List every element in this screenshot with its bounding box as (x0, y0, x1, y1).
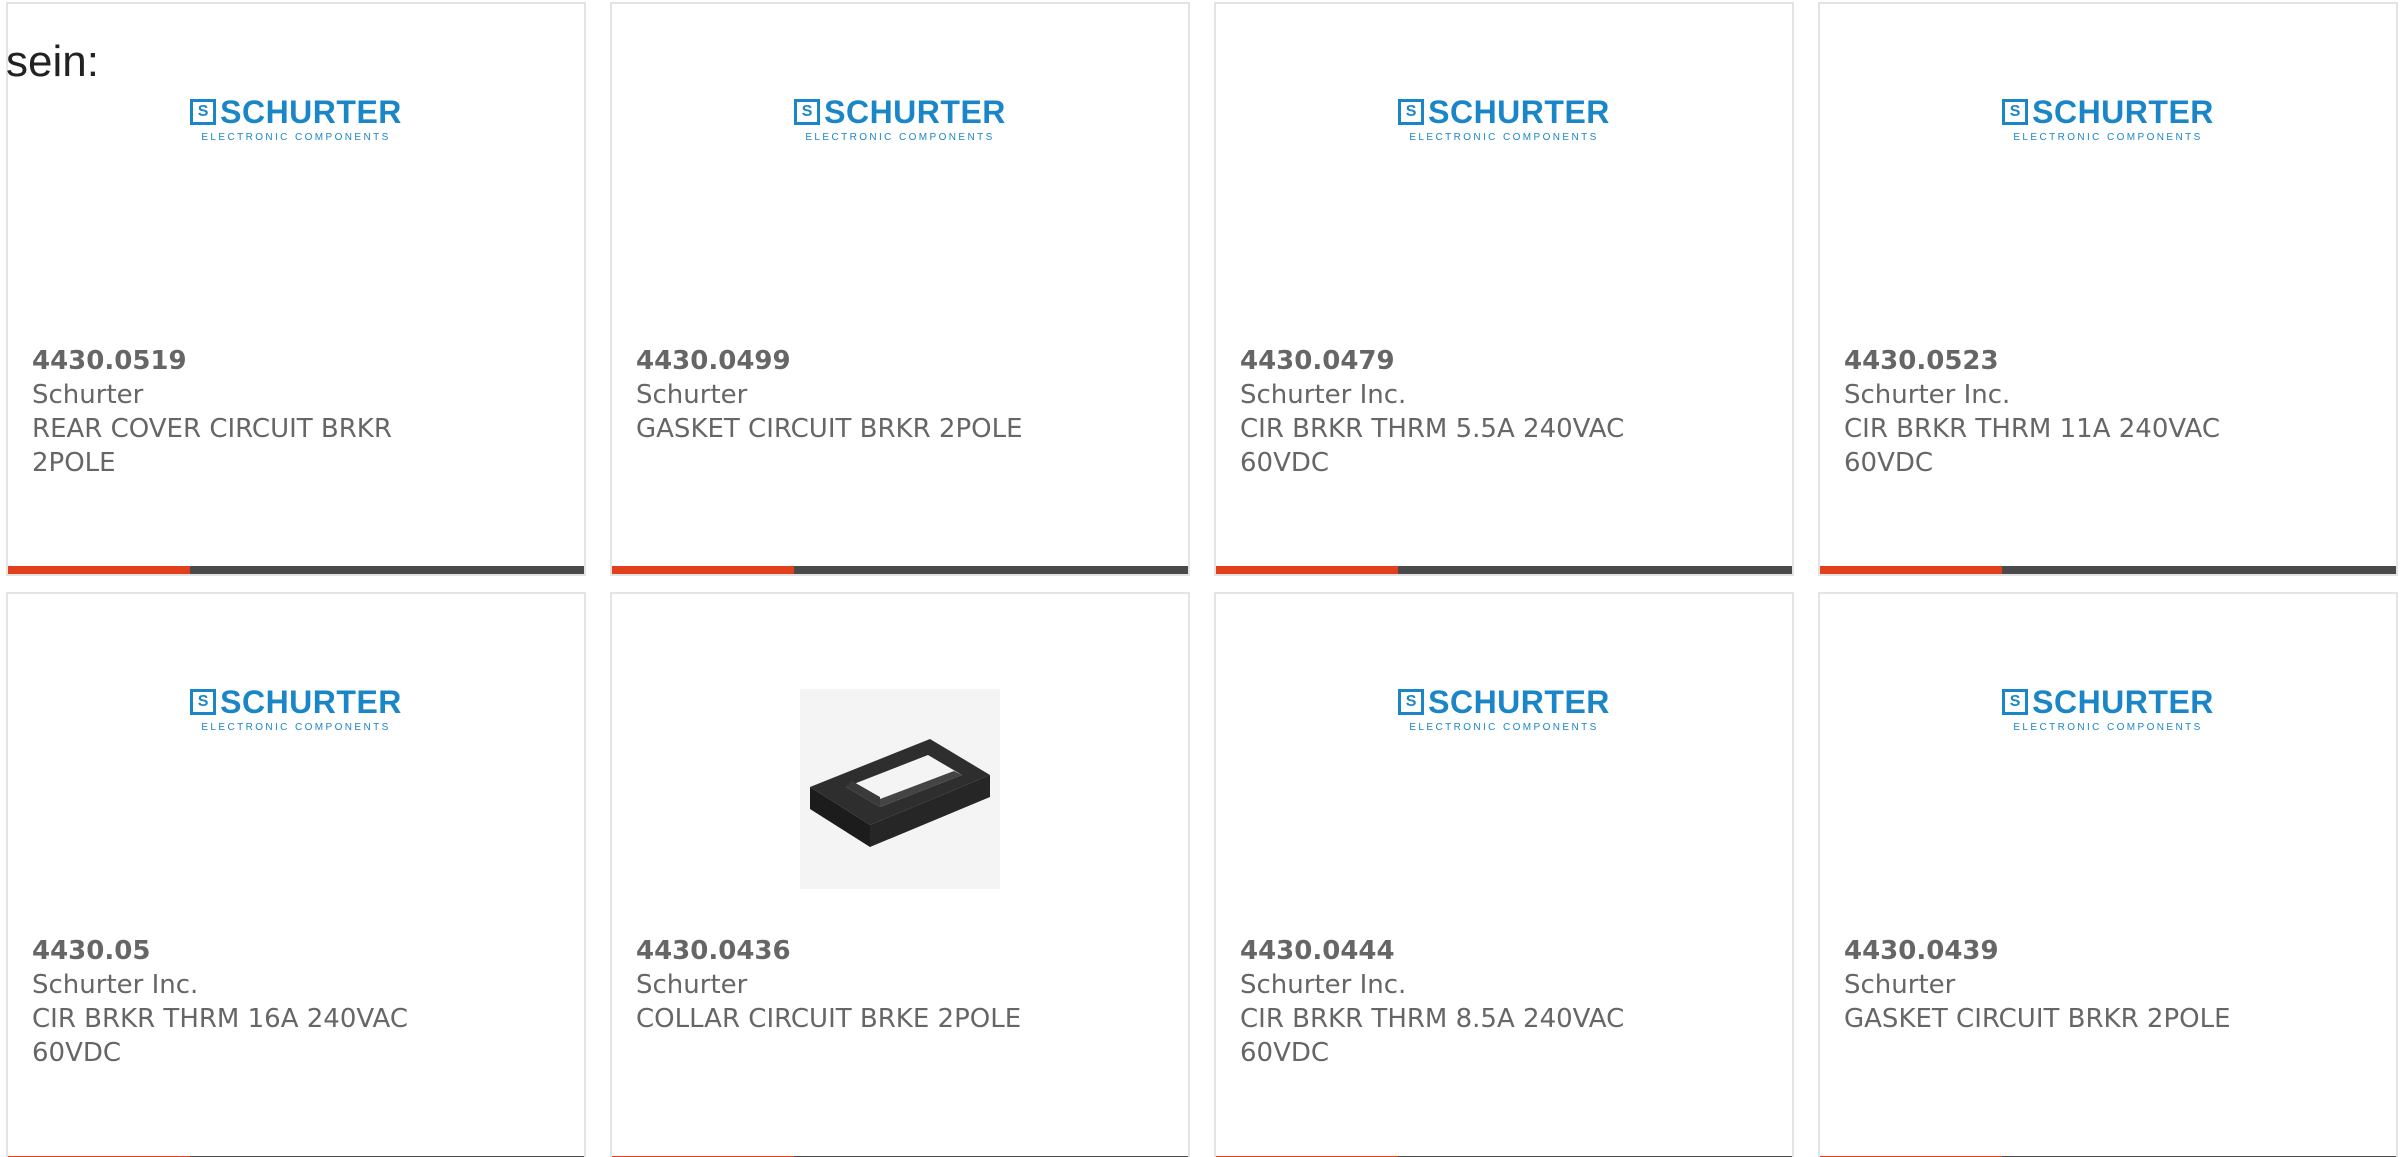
part-number[interactable]: 4430.0439 (1844, 934, 2372, 968)
product-card-8[interactable]: S SCHURTER ELECTRONIC COMPONENTS 4430.0439… (1818, 592, 2398, 1157)
schurter-logo: S SCHURTER ELECTRONIC COMPONENTS (190, 96, 402, 143)
product-info: 4430.0499 Schurter GASKET CIRCUIT BRKR 2… (636, 344, 1164, 446)
product-card-1[interactable]: S SCHURTER ELECTRONIC COMPONENTS 4430.0519… (6, 2, 586, 576)
logo-wordmark: SCHURTER (220, 683, 402, 720)
product-card-4[interactable]: S SCHURTER ELECTRONIC COMPONENTS 4430.0523… (1818, 2, 2398, 576)
logo-mark-icon: S (1398, 98, 1425, 125)
brand-name: Schurter (636, 380, 748, 410)
product-description: CIR BRKR THRM 8.5A 240VAC 60VDC (1240, 1004, 1625, 1068)
product-description: GASKET CIRCUIT BRKR 2POLE (636, 414, 1023, 444)
logo-mark-icon: S (190, 98, 217, 125)
product-info: 4430.0479 Schurter Inc. CIR BRKR THRM 5.… (1240, 344, 1768, 480)
product-card-6[interactable]: 4430.0436 Schurter COLLAR CIRCUIT BRKE 2… (610, 592, 1190, 1157)
product-info: 4430.0519 Schurter REAR COVER CIRCUIT BR… (32, 344, 560, 480)
product-description: REAR COVER CIRCUIT BRKR 2POLE (32, 414, 392, 478)
part-number[interactable]: 4430.0444 (1240, 934, 1768, 968)
schurter-logo: S SCHURTER ELECTRONIC COMPONENTS (1398, 96, 1610, 143)
logo-mark-icon: S (2002, 98, 2029, 125)
product-image-area (612, 684, 1188, 894)
logo-subtitle: ELECTRONIC COMPONENTS (805, 131, 995, 143)
logo-wordmark: SCHURTER (1428, 683, 1610, 720)
schurter-logo: S SCHURTER ELECTRONIC COMPONENTS (794, 96, 1006, 143)
part-number[interactable]: 4430.0499 (636, 344, 1164, 378)
brand-name: Schurter Inc. (1240, 970, 1407, 1000)
product-image-area: S SCHURTER ELECTRONIC COMPONENTS (1820, 64, 2396, 274)
schurter-logo: S SCHURTER ELECTRONIC COMPONENTS (2002, 96, 2214, 143)
card-accent-bar (8, 566, 190, 574)
part-number[interactable]: 4430.0479 (1240, 344, 1768, 378)
product-image-area: S SCHURTER ELECTRONIC COMPONENTS (8, 654, 584, 864)
brand-name: Schurter (636, 970, 748, 1000)
product-image-area: S SCHURTER ELECTRONIC COMPONENTS (1216, 64, 1792, 274)
intro-text: sein: (6, 37, 99, 86)
product-image-area: S SCHURTER ELECTRONIC COMPONENTS (612, 64, 1188, 274)
product-grid-page: S SCHURTER ELECTRONIC COMPONENTS 4430.0519… (0, 0, 2407, 1157)
product-description: COLLAR CIRCUIT BRKE 2POLE (636, 1004, 1022, 1034)
logo-mark-icon: S (2002, 688, 2029, 715)
brand-name: Schurter Inc. (1240, 380, 1407, 410)
collar-image-icon (810, 739, 990, 847)
schurter-logo: S SCHURTER ELECTRONIC COMPONENTS (1398, 686, 1610, 733)
brand-name: Schurter (1844, 970, 1956, 1000)
product-info: 4430.0439 Schurter GASKET CIRCUIT BRKR 2… (1844, 934, 2372, 1036)
logo-subtitle: ELECTRONIC COMPONENTS (2013, 721, 2203, 733)
product-card-2[interactable]: S SCHURTER ELECTRONIC COMPONENTS 4430.0499… (610, 2, 1190, 576)
product-image-area: S SCHURTER ELECTRONIC COMPONENTS (1820, 654, 2396, 864)
logo-wordmark: SCHURTER (2032, 93, 2214, 130)
product-image-area: S SCHURTER ELECTRONIC COMPONENTS (8, 64, 584, 274)
collar-product-photo (800, 689, 1000, 889)
logo-subtitle: ELECTRONIC COMPONENTS (1409, 131, 1599, 143)
product-card-5[interactable]: S SCHURTER ELECTRONIC COMPONENTS 4430.05 S… (6, 592, 586, 1157)
product-description: CIR BRKR THRM 16A 240VAC 60VDC (32, 1004, 408, 1068)
part-number[interactable]: 4430.0519 (32, 344, 560, 378)
product-info: 4430.0444 Schurter Inc. CIR BRKR THRM 8.… (1240, 934, 1768, 1070)
product-info: 4430.05 Schurter Inc. CIR BRKR THRM 16A … (32, 934, 560, 1070)
product-grid: S SCHURTER ELECTRONIC COMPONENTS 4430.0519… (6, 2, 2398, 1157)
product-image-area: S SCHURTER ELECTRONIC COMPONENTS (1216, 654, 1792, 864)
part-number[interactable]: 4430.0436 (636, 934, 1164, 968)
product-description: CIR BRKR THRM 11A 240VAC 60VDC (1844, 414, 2220, 478)
product-info: 4430.0523 Schurter Inc. CIR BRKR THRM 11… (1844, 344, 2372, 480)
product-card-3[interactable]: S SCHURTER ELECTRONIC COMPONENTS 4430.0479… (1214, 2, 1794, 576)
product-card-7[interactable]: S SCHURTER ELECTRONIC COMPONENTS 4430.0444… (1214, 592, 1794, 1157)
product-description: CIR BRKR THRM 5.5A 240VAC 60VDC (1240, 414, 1625, 478)
logo-wordmark: SCHURTER (824, 93, 1006, 130)
card-accent-bar (1216, 566, 1398, 574)
product-description: GASKET CIRCUIT BRKR 2POLE (1844, 1004, 2231, 1034)
logo-subtitle: ELECTRONIC COMPONENTS (201, 131, 391, 143)
card-accent-bar (1820, 566, 2002, 574)
brand-name: Schurter Inc. (32, 970, 199, 1000)
schurter-logo: S SCHURTER ELECTRONIC COMPONENTS (190, 686, 402, 733)
logo-mark-icon: S (190, 688, 217, 715)
logo-wordmark: SCHURTER (220, 93, 402, 130)
logo-mark-icon: S (794, 98, 821, 125)
part-number[interactable]: 4430.0523 (1844, 344, 2372, 378)
logo-wordmark: SCHURTER (2032, 683, 2214, 720)
brand-name: Schurter Inc. (1844, 380, 2011, 410)
logo-wordmark: SCHURTER (1428, 93, 1610, 130)
part-number[interactable]: 4430.05 (32, 934, 560, 968)
logo-mark-icon: S (1398, 688, 1425, 715)
schurter-logo: S SCHURTER ELECTRONIC COMPONENTS (2002, 686, 2214, 733)
logo-subtitle: ELECTRONIC COMPONENTS (1409, 721, 1599, 733)
card-accent-bar (612, 566, 794, 574)
logo-subtitle: ELECTRONIC COMPONENTS (201, 721, 391, 733)
product-info: 4430.0436 Schurter COLLAR CIRCUIT BRKE 2… (636, 934, 1164, 1036)
brand-name: Schurter (32, 380, 144, 410)
logo-subtitle: ELECTRONIC COMPONENTS (2013, 131, 2203, 143)
